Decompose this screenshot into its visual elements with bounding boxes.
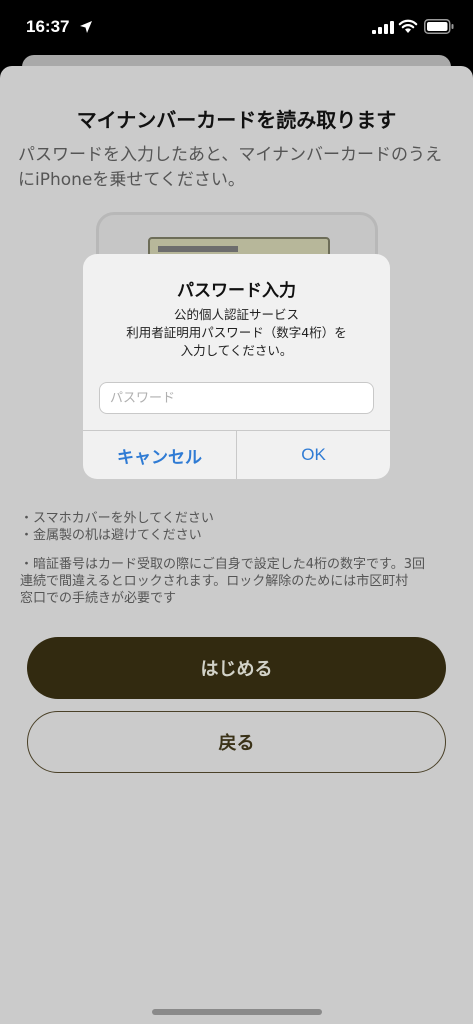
instruction-text: パスワードを入力したあと、マイナンバーカードのうえにiPhoneを乗せてください…	[18, 145, 442, 190]
page-title: マイナンバーカードを読み取ります	[76, 108, 397, 132]
password-input[interactable]	[99, 382, 374, 414]
status-time: 16:37	[26, 17, 70, 36]
password-alert-dialog: パスワード入力 公的個人認証サービス 利用者証明用パスワード（数字4桁）を 入力…	[83, 254, 390, 479]
note-item: ・スマホカバーを外してください	[20, 511, 214, 526]
dialog-message-line: 公的個人認証サービス	[173, 307, 299, 322]
note-item: ・金属製の机は避けてください	[20, 528, 202, 543]
dialog-message: 公的個人認証サービス 利用者証明用パスワード（数字4桁）を 入力してください。	[93, 306, 380, 360]
cancel-button[interactable]: キャンセル	[83, 431, 236, 479]
cellular-signal-icon	[372, 21, 394, 34]
home-indicator	[152, 1009, 322, 1015]
dialog-message-line: 利用者証明用パスワード（数字4桁）を	[126, 325, 347, 340]
warning-line: 連続で間違えるとロックされます。ロック解除のためには市区町村	[20, 574, 409, 589]
start-button[interactable]: はじめる	[27, 637, 446, 699]
notes-section: ・スマホカバーを外してください ・金属製の机は避けてください ・暗証番号はカード…	[20, 510, 460, 607]
warning-line: 窓口での手続きが必要です	[20, 591, 177, 606]
status-bar: 16:37	[0, 0, 473, 60]
warning-line: ・暗証番号はカード受取の際にご自身で設定した4桁の数字です。3回	[20, 557, 425, 572]
wifi-icon	[398, 19, 418, 33]
battery-icon	[424, 19, 454, 34]
location-arrow-icon	[80, 21, 92, 33]
dialog-title: パスワード入力	[177, 281, 296, 301]
ok-button[interactable]: OK	[237, 431, 390, 479]
back-button[interactable]: 戻る	[27, 711, 446, 773]
dialog-message-line: 入力してください。	[180, 343, 293, 358]
card-detail-bar	[158, 246, 238, 252]
